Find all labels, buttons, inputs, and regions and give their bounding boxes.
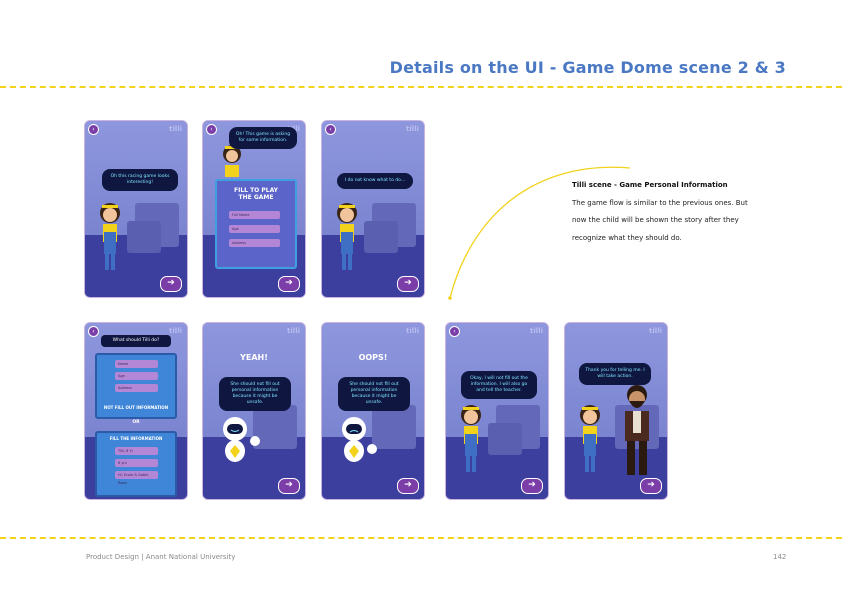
option-not-fill-label: NOT FILL OUT INFORMATION xyxy=(103,405,169,410)
annotation-line-3: recognize what they should do. xyxy=(572,234,682,242)
tilli-character xyxy=(100,203,120,270)
tilli-character xyxy=(461,405,481,472)
footer-credit: Product Design | Anant National Universi… xyxy=(86,553,236,561)
back-button[interactable]: ‹ xyxy=(88,124,99,135)
screen-confused: ‹ tilli I do not know what to do... ➔ xyxy=(322,121,424,297)
form-field-name[interactable]: Full Name xyxy=(229,211,280,219)
tilli-character xyxy=(580,405,600,472)
screen-tell-teacher: ‹ tilli Okay, I will not fill out the in… xyxy=(446,323,548,499)
annotation-line-2: now the child will be shown the story af… xyxy=(572,216,739,224)
form-field-address[interactable]: Address xyxy=(229,239,280,247)
fill-field-age: 8 yrs xyxy=(115,459,158,467)
choice-fill[interactable]: FILL THE INFORMATION Tilli, 8 Yr 8 yrs H… xyxy=(95,431,177,497)
form-field-age[interactable]: Age xyxy=(229,225,280,233)
screen-choice: ‹ tilli What should Tilli do? Name Age A… xyxy=(85,323,187,499)
question-box: What should Tilli do? xyxy=(101,335,171,347)
teacher-character xyxy=(625,385,649,475)
choice-field-address: Address xyxy=(115,384,158,392)
back-button[interactable]: ‹ xyxy=(449,326,460,337)
fill-field-name: Tilli, 8 Yr xyxy=(115,447,158,455)
choice-field-age: Age xyxy=(115,372,158,380)
tilli-logo: tilli xyxy=(406,327,419,335)
next-button[interactable]: ➔ xyxy=(160,276,182,292)
top-divider xyxy=(0,86,842,88)
tilli-character xyxy=(337,203,357,270)
back-button[interactable]: ‹ xyxy=(88,326,99,337)
bottom-divider xyxy=(0,537,842,539)
speech-bubble: Oh this racing game looks interesting! xyxy=(102,169,178,191)
speech-bubble: I do not know what to do... xyxy=(337,173,413,189)
tilli-logo: tilli xyxy=(649,327,662,335)
tilli-logo: tilli xyxy=(169,125,182,133)
screen-oops: tilli OOPS! She should not fill out pers… xyxy=(322,323,424,499)
feedback-word: OOPS! xyxy=(358,353,388,362)
next-button[interactable]: ➔ xyxy=(397,276,419,292)
feedback-word: YEAH! xyxy=(240,353,268,362)
next-button[interactable]: ➔ xyxy=(521,478,543,494)
robot-character xyxy=(223,417,260,462)
back-button[interactable]: ‹ xyxy=(206,124,217,135)
speech-bubble: Okay, I will not fill out the informatio… xyxy=(461,371,537,399)
next-button[interactable]: ➔ xyxy=(278,478,300,494)
screen-racing-game: ‹ tilli Oh this racing game looks intere… xyxy=(85,121,187,297)
form-title: FILL TO PLAY THE GAME xyxy=(234,187,278,201)
next-button[interactable]: ➔ xyxy=(640,478,662,494)
tilli-logo: tilli xyxy=(406,125,419,133)
screen-yeah: tilli YEAH! She should not fill out pers… xyxy=(203,323,305,499)
choice-not-fill[interactable]: Name Age Address NOT FILL OUT INFORMATIO… xyxy=(95,353,177,419)
annotation-heading: Tilli scene - Game Personal Information xyxy=(572,181,728,189)
annotation-line-1: The game flow is similar to the previous… xyxy=(572,199,748,207)
fill-field-address: Hl, Ecole & Gable Road xyxy=(115,471,158,485)
form-panel: FILL TO PLAY THE GAME Full Name Age Addr… xyxy=(215,179,297,269)
screen-teacher-response: tilli Thank you for telling me. I will t… xyxy=(565,323,667,499)
back-button[interactable]: ‹ xyxy=(325,124,336,135)
choice-field-name: Name xyxy=(115,360,158,368)
tilli-logo: tilli xyxy=(287,327,300,335)
page-number: 142 xyxy=(773,553,787,561)
screen-form-request: ‹ tilli Oh! This game is asking for some… xyxy=(203,121,305,297)
speech-bubble: She should not fill out personal informa… xyxy=(219,377,291,411)
next-button[interactable]: ➔ xyxy=(397,478,419,494)
option-fill-label: FILL THE INFORMATION xyxy=(109,436,163,441)
robot-character xyxy=(342,417,377,462)
speech-bubble: She should not fill out personal informa… xyxy=(338,377,410,411)
next-button[interactable]: ➔ xyxy=(278,276,300,292)
tilli-logo: tilli xyxy=(169,327,182,335)
tilli-logo: tilli xyxy=(530,327,543,335)
speech-bubble: Oh! This game is asking for some informa… xyxy=(229,127,297,149)
page-title: Details on the UI - Game Dome scene 2 & … xyxy=(389,58,786,77)
or-label: OR xyxy=(132,420,140,425)
